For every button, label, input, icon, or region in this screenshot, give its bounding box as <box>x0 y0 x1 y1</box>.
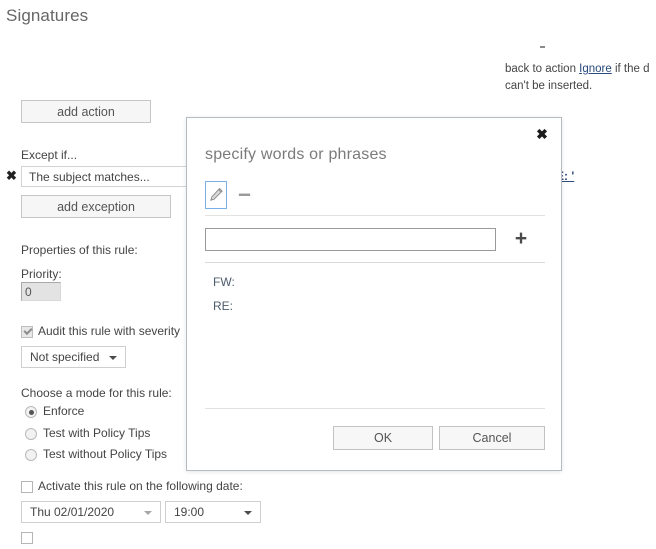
phrase-input[interactable] <box>205 228 496 251</box>
chevron-down-icon <box>244 511 252 515</box>
bottom-cut-off-row <box>21 531 38 549</box>
audit-rule-checkbox[interactable] <box>21 326 33 338</box>
specify-words-dialog: ✖ specify words or phrases + FW: RE: OK … <box>186 117 562 471</box>
chevron-down-icon <box>109 356 117 360</box>
severity-selected-value: Not specified <box>30 350 100 364</box>
note-text-prefix: back to action <box>505 63 580 75</box>
mode-label-test-without-tips: Test without Policy Tips <box>43 447 168 461</box>
activate-time-picker[interactable]: 19:00 <box>165 501 261 523</box>
choose-mode-label: Choose a mode for this rule: <box>21 386 172 400</box>
activate-time-value: 19:00 <box>174 505 205 519</box>
bottom-cut-off-checkbox[interactable] <box>21 532 33 544</box>
activate-rule-label: Activate this rule on the following date… <box>38 479 243 493</box>
minus-icon[interactable] <box>233 181 255 209</box>
dialog-title: specify words or phrases <box>205 146 387 163</box>
list-divider <box>205 262 545 263</box>
footer-divider <box>205 408 545 409</box>
except-if-label: Except if... <box>21 148 78 162</box>
priority-label: Priority: <box>21 267 62 281</box>
mode-option-test-without-tips[interactable]: Test without Policy Tips <box>25 447 167 465</box>
activate-date-value: Thu 02/01/2020 <box>30 505 115 519</box>
mode-label-enforce: Enforce <box>43 404 85 418</box>
plus-icon[interactable]: + <box>510 228 532 251</box>
radio-test-with-tips-indicator[interactable] <box>25 428 37 440</box>
ignore-action-link[interactable]: Ignore <box>579 63 612 75</box>
note-text-suffix: if the d <box>611 63 650 75</box>
activate-rule-row: Activate this rule on the following date… <box>21 479 243 497</box>
cancel-button[interactable]: Cancel <box>439 426 545 450</box>
audit-rule-row: Audit this rule with severity <box>21 324 180 342</box>
severity-select[interactable]: Not specified <box>21 346 126 368</box>
chevron-down-icon <box>144 511 152 515</box>
mode-option-enforce[interactable]: Enforce <box>25 404 84 422</box>
radio-test-without-tips-indicator[interactable] <box>25 449 37 461</box>
toolbar-divider <box>205 215 545 216</box>
mode-label-test-with-tips: Test with Policy Tips <box>43 426 151 440</box>
add-phrase-row: + <box>205 228 545 254</box>
add-action-button[interactable]: add action <box>21 100 151 123</box>
phrase-list: FW: RE: <box>205 270 545 400</box>
activate-rule-checkbox[interactable] <box>21 481 33 493</box>
add-exception-button[interactable]: add exception <box>21 195 171 218</box>
radio-enforce-indicator[interactable] <box>25 406 37 418</box>
stray-glyph-artifact <box>540 46 545 48</box>
activate-date-picker[interactable]: Thu 02/01/2020 <box>21 501 161 523</box>
audit-rule-label: Audit this rule with severity <box>38 324 181 338</box>
mode-option-test-with-tips[interactable]: Test with Policy Tips <box>25 426 150 444</box>
close-icon[interactable]: ✖ <box>533 125 551 143</box>
action-fallback-note: back to action Ignore if the d can't be … <box>505 61 656 95</box>
properties-heading: Properties of this rule: <box>21 243 138 257</box>
note-text-line2: can't be inserted. <box>505 80 593 92</box>
page-title: Signatures <box>6 6 89 25</box>
close-x-icon[interactable]: ✖ <box>5 169 18 183</box>
priority-input[interactable]: 0 <box>21 282 61 301</box>
pencil-icon[interactable] <box>205 181 227 209</box>
ok-button[interactable]: OK <box>333 426 433 450</box>
dialog-toolbar <box>205 181 545 211</box>
list-item[interactable]: FW: <box>205 270 545 294</box>
list-item[interactable]: RE: <box>205 294 545 318</box>
